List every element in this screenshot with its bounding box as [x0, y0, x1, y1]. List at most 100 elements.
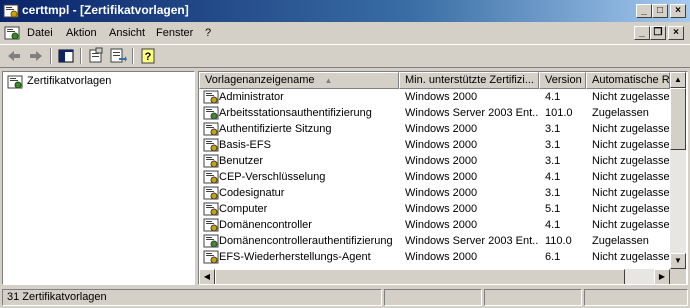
details-list-view[interactable]: Vorlagenanzeigename ▲ Min. unterstützte Z… [198, 71, 688, 285]
template-row[interactable]: Arbeitsstationsauthentifizierung Windows … [199, 105, 670, 121]
menu-datei[interactable]: Datei [27, 27, 53, 39]
console-tree[interactable]: Zertifikatvorlagen [2, 71, 195, 285]
horizontal-scrollbar[interactable]: ◀ ▶ [199, 269, 670, 284]
template-autoenroll: Zugelassen [592, 235, 649, 247]
template-min-ca: Windows 2000 [405, 139, 478, 151]
child-close-button[interactable]: × [668, 26, 684, 40]
minimize-button[interactable]: _ [636, 4, 652, 18]
template-autoenroll: Zugelassen [592, 107, 649, 119]
template-version: 3.1 [545, 123, 561, 135]
template-version: 4.1 [545, 219, 561, 231]
column-header-name[interactable]: Vorlagenanzeigename ▲ [199, 72, 399, 89]
column-header-row: Vorlagenanzeigename ▲ Min. unterstützte Z… [199, 72, 670, 89]
template-name: CEP-Verschlüsselung [219, 171, 326, 183]
help-icon[interactable]: ? [138, 47, 158, 65]
menu-bar: Datei Aktion Ansicht Fenster ? [0, 23, 690, 43]
title-bar[interactable]: certtmpl - [Zertifikatvorlagen] _ □ × [0, 0, 690, 22]
scroll-up-button[interactable]: ▲ [670, 72, 686, 88]
status-panel-4 [584, 289, 688, 306]
template-version: 110.0 [545, 235, 572, 247]
close-button[interactable]: × [670, 4, 686, 18]
certificate-template-icon [203, 138, 219, 152]
vertical-scrollbar[interactable]: ▲ ▼ [670, 72, 686, 269]
child-restore-button[interactable]: ❐ [650, 26, 666, 40]
status-panel-3 [484, 289, 582, 306]
template-list: Administrator Windows 2000 4.1 Nicht zugela… [199, 89, 670, 269]
menu-help[interactable]: ? [205, 27, 211, 39]
template-version: 3.1 [545, 187, 561, 199]
template-row[interactable]: Codesignatur Windows 2000 3.1 Nicht zugelas… [199, 185, 670, 201]
certificate-template-icon [203, 202, 219, 216]
template-name: EFS-Wiederherstellungs-Agent [219, 251, 371, 263]
template-row[interactable]: Basis-EFS Windows 2000 3.1 Nicht zugelassen [199, 137, 670, 153]
scroll-left-button[interactable]: ◀ [199, 269, 215, 284]
template-min-ca: Windows 2000 [405, 203, 478, 215]
template-autoenroll: Nicht zugelassen [592, 123, 670, 135]
template-version: 3.1 [545, 139, 561, 151]
column-header-label: Version [545, 74, 582, 86]
menu-aktion[interactable]: Aktion [66, 27, 97, 39]
certificate-templates-icon [3, 4, 19, 18]
template-autoenroll: Nicht zugelassen [592, 219, 670, 231]
certificate-template-icon [203, 186, 219, 200]
template-min-ca: Windows 2000 [405, 171, 478, 183]
window-title: certtmpl - [Zertifikatvorlagen] [22, 3, 189, 17]
template-autoenroll: Nicht zugelassen [592, 171, 670, 183]
template-name: Codesignatur [219, 187, 285, 199]
status-text: 31 Zertifikatvorlagen [2, 289, 382, 306]
certificate-template-icon [203, 154, 219, 168]
certificate-templates-icon [7, 75, 23, 89]
column-header-min-ca[interactable]: Min. unterstützte Zertifizi... [399, 72, 539, 89]
child-minimize-button[interactable]: _ [634, 26, 650, 40]
column-header-version[interactable]: Version [539, 72, 586, 89]
show-hide-tree-icon[interactable] [56, 47, 76, 65]
template-min-ca: Windows 2000 [405, 251, 478, 263]
template-row[interactable]: Domänencontroller Windows 2000 4.1 Nicht zu… [199, 217, 670, 233]
horizontal-scroll-thumb[interactable] [215, 269, 625, 284]
menu-ansicht[interactable]: Ansicht [109, 27, 145, 39]
template-name: Computer [219, 203, 268, 215]
template-min-ca: Windows 2000 [405, 187, 478, 199]
template-row[interactable]: EFS-Wiederherstellungs-Agent Windows 2000… [199, 249, 670, 265]
template-row[interactable]: CEP-Verschlüsselung Windows 2000 4.1 Nicht … [199, 169, 670, 185]
vertical-scroll-thumb[interactable] [670, 88, 686, 150]
forward-arrow-icon[interactable] [26, 47, 46, 65]
template-name: Basis-EFS [219, 139, 271, 151]
template-row[interactable]: Administrator Windows 2000 4.1 Nicht zugela… [199, 89, 670, 105]
menu-fenster[interactable]: Fenster [156, 27, 193, 39]
template-autoenroll: Nicht zugelassen [592, 203, 670, 215]
scroll-down-button[interactable]: ▼ [670, 253, 686, 269]
template-version: 4.1 [545, 171, 561, 183]
properties-icon[interactable] [86, 47, 106, 65]
export-list-icon[interactable] [108, 47, 128, 65]
template-row[interactable]: Domänencontrollerauthentifizierung Window… [199, 233, 670, 249]
template-row[interactable]: Authentifizierte Sitzung Windows 2000 3.1 N… [199, 121, 670, 137]
template-version: 4.1 [545, 91, 561, 103]
maximize-button[interactable]: □ [652, 4, 668, 18]
column-header-autoenroll[interactable]: Automatische R... [586, 72, 670, 89]
scrollbar-corner [670, 269, 686, 284]
svg-text:?: ? [145, 51, 152, 63]
document-window-icon[interactable] [4, 25, 20, 41]
template-version: 5.1 [545, 203, 561, 215]
template-autoenroll: Nicht zugelassen [592, 251, 670, 263]
sort-ascending-icon: ▲ [324, 76, 333, 85]
template-min-ca: Windows 2000 [405, 155, 478, 167]
back-arrow-icon[interactable] [4, 47, 24, 65]
template-version: 101.0 [545, 107, 573, 119]
template-row[interactable]: Benutzer Windows 2000 3.1 Nicht zugelassen [199, 153, 670, 169]
certificate-template-icon [203, 90, 219, 104]
toolbar-separator [132, 48, 134, 64]
status-panel-2 [384, 289, 482, 306]
toolbar: ? [0, 44, 690, 68]
template-version: 6.1 [545, 251, 561, 263]
certificate-template-icon [203, 218, 219, 232]
toolbar-separator [80, 48, 82, 64]
template-version: 3.1 [545, 155, 561, 167]
template-row[interactable]: Computer Windows 2000 5.1 Nicht zugelassen [199, 201, 670, 217]
scroll-right-button[interactable]: ▶ [654, 269, 670, 284]
template-autoenroll: Nicht zugelassen [592, 155, 670, 167]
mmc-window: certtmpl - [Zertifikatvorlagen] _ □ × Da… [0, 0, 690, 308]
template-autoenroll: Nicht zugelassen [592, 91, 670, 103]
toolbar-separator [50, 48, 52, 64]
